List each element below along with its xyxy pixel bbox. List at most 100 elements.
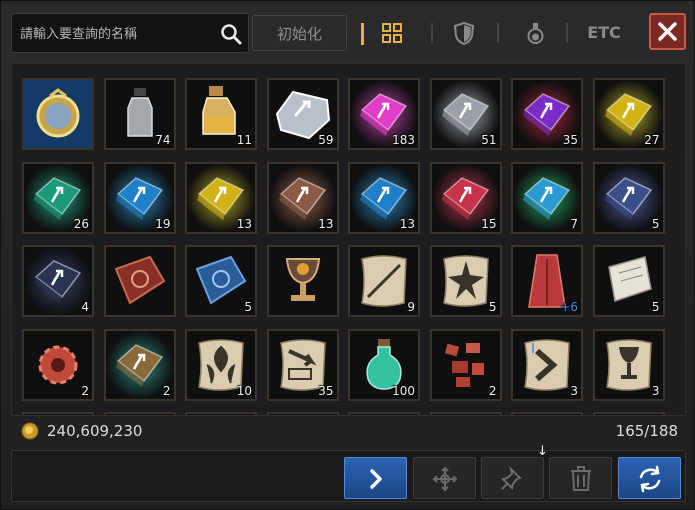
tab-consumables[interactable] — [515, 17, 555, 49]
divider — [431, 23, 433, 43]
inventory-slot[interactable] — [266, 412, 339, 415]
move-arrows-icon — [432, 466, 458, 492]
active-category-indicator — [361, 23, 364, 45]
inventory-slot[interactable] — [348, 412, 420, 415]
item-quantity: 2 — [488, 383, 497, 398]
inventory-slot[interactable]: 13 — [266, 161, 339, 234]
inventory-slot[interactable]: 11 — [185, 78, 257, 150]
inventory-slot[interactable]: 7 — [511, 161, 583, 234]
tab-etc[interactable]: ETC — [579, 17, 629, 49]
delete-button[interactable] — [549, 457, 612, 499]
item-quantity: 5 — [651, 300, 660, 314]
inventory-slot[interactable]: 13 — [348, 161, 420, 234]
inventory-grid: 74 11 59 183 51 35 27 26 19 13 13 13 15 7 5 4 5 9 5 +6 5 2 2 10… — [11, 63, 686, 416]
tab-equipment[interactable] — [444, 17, 484, 49]
inventory-slot[interactable]: 27 — [592, 78, 665, 150]
item-quantity: 13 — [318, 216, 334, 231]
inventory-slot[interactable]: 59 — [266, 78, 339, 150]
chevron-right-icon — [370, 469, 382, 489]
inventory-slot[interactable] — [103, 245, 176, 317]
inventory-slot[interactable]: 35 — [511, 78, 583, 150]
item-quantity: 19 — [155, 216, 171, 231]
tab-etc-label: ETC — [587, 23, 621, 42]
item-quantity: 35 — [318, 383, 334, 398]
lock-button[interactable] — [481, 457, 544, 499]
inventory-slot[interactable]: 5 — [185, 245, 257, 317]
inventory-capacity: 165/188 — [615, 422, 678, 440]
inventory-slot[interactable]: 5 — [429, 245, 502, 317]
item-quantity: 4 — [81, 300, 89, 314]
inventory-slot[interactable]: 15 — [429, 161, 502, 234]
inventory-slot[interactable]: 5 — [592, 161, 665, 234]
potion-icon — [527, 23, 544, 44]
item-quantity: 100 — [392, 383, 415, 398]
move-button[interactable] — [413, 457, 476, 499]
inventory-slot[interactable]: 5 — [592, 245, 665, 317]
item-quantity: 35 — [562, 133, 578, 147]
search-box[interactable] — [11, 13, 249, 53]
reset-button[interactable]: 初始化 — [252, 15, 347, 51]
item-quantity: 3 — [570, 383, 578, 398]
pin-icon — [501, 465, 522, 490]
item-quantity: 7 — [570, 216, 578, 231]
expand-button[interactable] — [344, 457, 407, 499]
grid-icon — [382, 23, 402, 43]
mouse-cursor: ↓ — [537, 444, 548, 459]
inventory-slot[interactable] — [22, 412, 94, 415]
inventory-slot[interactable]: 51 — [429, 78, 502, 150]
refresh-icon — [639, 465, 661, 493]
item-quantity: 15 — [481, 216, 497, 231]
item-quantity: 59 — [318, 133, 334, 147]
inventory-slot[interactable] — [103, 412, 176, 415]
item-quantity: 11 — [236, 133, 252, 147]
divider — [497, 23, 499, 43]
item-quantity: 2 — [81, 383, 89, 398]
inventory-slot[interactable]: 183 — [348, 78, 420, 150]
item-quantity: 2 — [162, 383, 171, 398]
inventory-slot[interactable]: 3 — [592, 328, 665, 401]
inventory-toolbar: 初始化 ETC — [11, 11, 641, 57]
shield-icon — [453, 21, 475, 46]
item-quantity: 74 — [155, 133, 171, 147]
inventory-slot[interactable]: 74 — [103, 78, 176, 150]
inventory-slot[interactable]: 2 — [22, 328, 94, 401]
sort-button[interactable] — [618, 457, 681, 499]
gold-amount: 240,609,230 — [47, 422, 143, 440]
inventory-slot[interactable]: 100 — [348, 328, 420, 401]
gold-coin-icon — [21, 422, 39, 440]
inventory-slot[interactable] — [429, 412, 502, 415]
tab-all-items[interactable] — [372, 17, 412, 49]
item-quantity: 13 — [236, 216, 252, 231]
inventory-slot[interactable] — [592, 412, 665, 415]
inventory-slot[interactable]: 2 — [429, 328, 502, 401]
inventory-slot[interactable] — [22, 78, 94, 150]
inventory-slot[interactable] — [511, 412, 583, 415]
inventory-slot[interactable]: 2 — [103, 328, 176, 401]
item-quantity: +6 — [560, 300, 578, 314]
item-quantity: 13 — [399, 216, 415, 231]
inventory-slot[interactable]: 13 — [185, 161, 257, 234]
divider — [566, 23, 568, 43]
item-quantity: 3 — [651, 383, 660, 398]
inventory-slot[interactable] — [266, 245, 339, 317]
inventory-slot[interactable] — [185, 412, 257, 415]
inventory-slot[interactable]: 10 — [185, 328, 257, 401]
close-icon — [658, 22, 677, 41]
inventory-slot[interactable]: 9 — [348, 245, 420, 317]
inventory-slot[interactable]: 19 — [103, 161, 176, 234]
search-icon[interactable] — [220, 23, 242, 45]
item-quantity: 5 — [244, 300, 252, 314]
inventory-slot[interactable]: 26 — [22, 161, 94, 234]
item-quantity: 27 — [644, 133, 660, 147]
item-quantity: 183 — [392, 133, 415, 147]
inventory-slot[interactable]: 35 — [266, 328, 339, 401]
item-quantity: 5 — [488, 300, 497, 314]
search-input[interactable] — [18, 22, 212, 46]
inventory-slot[interactable]: 3 — [511, 328, 583, 401]
item-quantity: 10 — [236, 383, 252, 398]
close-button[interactable] — [649, 13, 686, 50]
item-quantity: 9 — [407, 300, 415, 314]
inventory-window: 初始化 ETC — [0, 0, 695, 510]
inventory-slot[interactable]: 4 — [22, 245, 94, 317]
inventory-slot[interactable]: +6 — [511, 245, 583, 317]
